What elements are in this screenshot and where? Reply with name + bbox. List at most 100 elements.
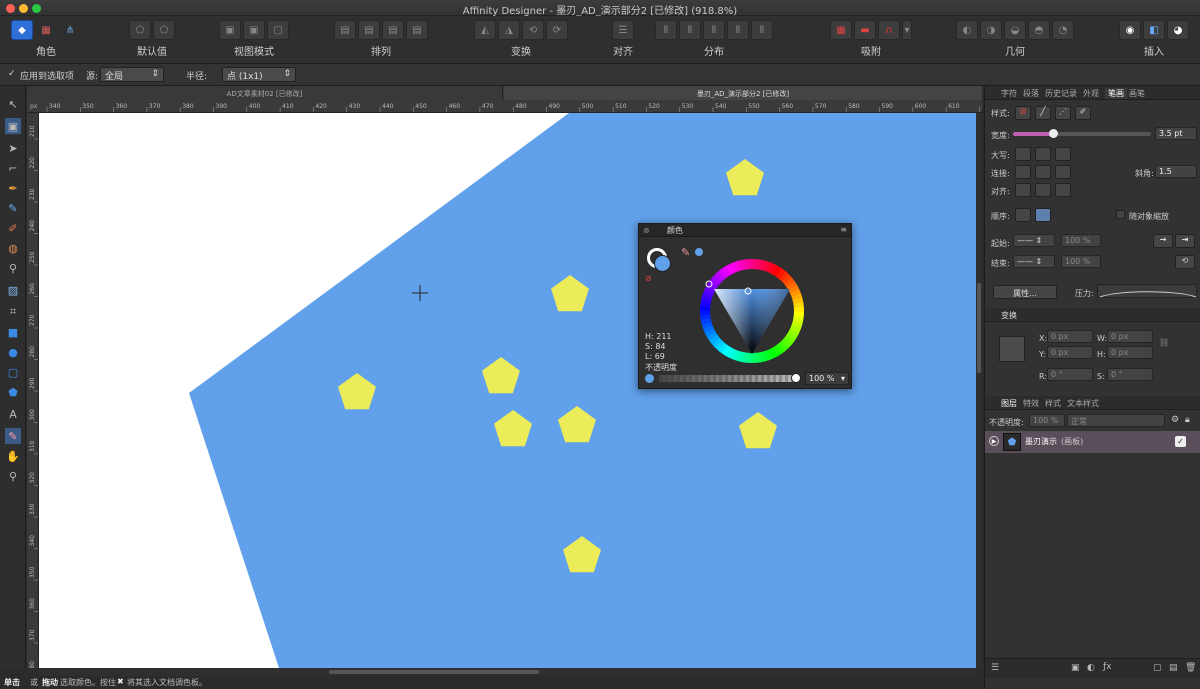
text-tool-icon[interactable]: A	[5, 406, 21, 422]
tab-appearance[interactable]: 外观	[1083, 88, 1099, 99]
doc-tab-2[interactable]: 墨刃_AD_演示部分2 [已修改]	[504, 86, 982, 100]
rotate-cw-icon[interactable]: ⟳	[546, 20, 568, 40]
align-inside-icon[interactable]	[1035, 183, 1051, 197]
brush-line-icon[interactable]: ✐	[1075, 106, 1091, 120]
layer-visibility-checkbox[interactable]: ✓	[1175, 436, 1186, 447]
zoom-tool-icon[interactable]: ⚲	[5, 468, 21, 484]
arrow-position-2-icon[interactable]: ⇥	[1175, 234, 1195, 248]
divide-icon[interactable]: ◓	[1028, 20, 1050, 40]
pencil-tool-icon[interactable]: ✎	[5, 200, 21, 216]
square-cap-icon[interactable]	[1055, 147, 1071, 161]
color-picker-tool-icon[interactable]: ✎	[5, 428, 21, 444]
arrange-forward-icon[interactable]: ▤	[382, 20, 404, 40]
revert-defaults-icon[interactable]: ⬠	[153, 20, 175, 40]
s-input[interactable]: 0 °	[1107, 368, 1153, 381]
miter-input[interactable]: 1.5	[1155, 165, 1197, 178]
transparency-tool-icon[interactable]: ⚲	[5, 260, 21, 276]
start-scale-input[interactable]: 100 %	[1061, 234, 1101, 247]
scale-with-object-checkbox[interactable]	[1116, 210, 1125, 219]
no-stroke-icon[interactable]: ⊘	[1015, 106, 1031, 120]
flip-h-icon[interactable]: ◭	[474, 20, 496, 40]
distribute-5-icon[interactable]: ⦀	[751, 20, 773, 40]
ellipse-tool-icon[interactable]: ●	[5, 344, 21, 360]
bevel-join-icon[interactable]	[1055, 165, 1071, 179]
order-front-icon[interactable]	[1035, 208, 1051, 222]
shape-tool-icon[interactable]: ⬟	[5, 384, 21, 400]
panel-menu-icon[interactable]: ≡	[840, 225, 847, 234]
apply-checkbox[interactable]: ✓	[8, 69, 16, 79]
intersect-icon[interactable]: ◒	[1004, 20, 1026, 40]
opacity-slider[interactable]	[659, 373, 801, 383]
export-persona-icon[interactable]: ⋔	[59, 20, 81, 40]
tab-history[interactable]: 历史记录	[1045, 88, 1077, 99]
swap-arrows-icon[interactable]: ⟲	[1175, 255, 1195, 269]
horizontal-scrollbar[interactable]	[39, 668, 976, 676]
place-image-tool-icon[interactable]: ▨	[5, 282, 21, 298]
round-join-icon[interactable]	[1035, 165, 1051, 179]
link-icon[interactable]: ⛓	[1159, 338, 1169, 347]
arrange-backward-icon[interactable]: ▤	[358, 20, 380, 40]
snapping-grid-icon[interactable]: ▦	[830, 20, 852, 40]
distribute-1-icon[interactable]: ⦀	[655, 20, 677, 40]
flip-v-icon[interactable]: ◮	[498, 20, 520, 40]
layers-stack-icon[interactable]: ☰	[991, 663, 999, 673]
h-input[interactable]: 0 px	[1107, 346, 1153, 359]
distribute-3-icon[interactable]: ⦀	[703, 20, 725, 40]
distribute-4-icon[interactable]: ⦀	[727, 20, 749, 40]
anchor-selector[interactable]	[999, 336, 1025, 362]
tab-brushes[interactable]: 画笔	[1129, 88, 1145, 99]
node-tool-icon[interactable]: ➤	[5, 140, 21, 156]
tab-layers[interactable]: 图层	[1001, 398, 1017, 409]
end-scale-input[interactable]: 100 %	[1061, 255, 1101, 268]
brush-tool-icon[interactable]: ✐	[5, 220, 21, 236]
hand-tool-icon[interactable]: ✋	[5, 448, 21, 464]
view-mode-1-icon[interactable]: ▣	[219, 20, 241, 40]
w-input[interactable]: 0 px	[1107, 330, 1153, 343]
width-slider-track[interactable]	[1053, 132, 1151, 136]
tab-text-styles[interactable]: 文本样式	[1067, 398, 1099, 409]
order-behind-icon[interactable]	[1015, 208, 1031, 222]
width-slider-fill[interactable]	[1013, 132, 1053, 136]
rounded-rect-tool-icon[interactable]: ▢	[5, 364, 21, 380]
snapping-dropdown-icon[interactable]: ▾	[902, 20, 912, 40]
opacity-input[interactable]: 100 % ▾	[805, 372, 849, 385]
radius-select[interactable]: 点 (1x1) ⇕	[222, 67, 296, 82]
butt-cap-icon[interactable]	[1015, 147, 1031, 161]
horizontal-scroll-thumb[interactable]	[329, 670, 539, 674]
start-arrow-select[interactable]: —— ⇕	[1013, 234, 1055, 247]
tab-stroke[interactable]: 笔画	[1105, 88, 1127, 99]
source-select[interactable]: 全局 ⇕	[100, 67, 164, 82]
eyedropper-icon[interactable]: ✎	[681, 246, 690, 259]
rotate-ccw-icon[interactable]: ⟲	[522, 20, 544, 40]
insert-behind-icon[interactable]: ◉	[1119, 20, 1141, 40]
x-input[interactable]: 0 px	[1047, 330, 1093, 343]
blue-polygon-shape[interactable]	[189, 113, 976, 668]
arrange-back-icon[interactable]: ▤	[334, 20, 356, 40]
insert-top-icon[interactable]: ◧	[1143, 20, 1165, 40]
y-input[interactable]: 0 px	[1047, 346, 1093, 359]
view-mode-3-icon[interactable]: ▢	[267, 20, 289, 40]
no-color-icon[interactable]: ⊘	[645, 274, 652, 283]
properties-button[interactable]: 属性...	[993, 285, 1057, 299]
tab-paragraph[interactable]: 段落	[1023, 88, 1039, 99]
designer-persona-icon[interactable]: ◆	[11, 20, 33, 40]
add-layer-icon[interactable]: ▢	[1153, 663, 1162, 673]
width-slider-handle[interactable]	[1049, 129, 1058, 138]
dashed-line-icon[interactable]: ⋰	[1055, 106, 1071, 120]
tab-effects[interactable]: 特效	[1023, 398, 1039, 409]
mask-icon[interactable]: ▣	[1071, 663, 1080, 673]
close-icon[interactable]: ⊗	[643, 226, 650, 235]
align-icon[interactable]: ☰	[612, 20, 634, 40]
expand-layer-icon[interactable]: ▶	[989, 436, 999, 446]
fill-swatch[interactable]	[654, 255, 671, 272]
miter-join-icon[interactable]	[1015, 165, 1031, 179]
doc-tab-1[interactable]: AD文章素材02 [已修改]	[27, 86, 503, 100]
solid-line-icon[interactable]: ╱	[1035, 106, 1051, 120]
tab-styles[interactable]: 样式	[1045, 398, 1061, 409]
delete-layer-icon[interactable]: 🗑︎	[1185, 663, 1196, 673]
artboard-canvas[interactable]	[39, 113, 976, 668]
xor-icon[interactable]: ◔	[1052, 20, 1074, 40]
view-mode-2-icon[interactable]: ▣	[243, 20, 265, 40]
round-cap-icon[interactable]	[1035, 147, 1051, 161]
blend-mode-select[interactable]: 正常	[1067, 414, 1165, 427]
